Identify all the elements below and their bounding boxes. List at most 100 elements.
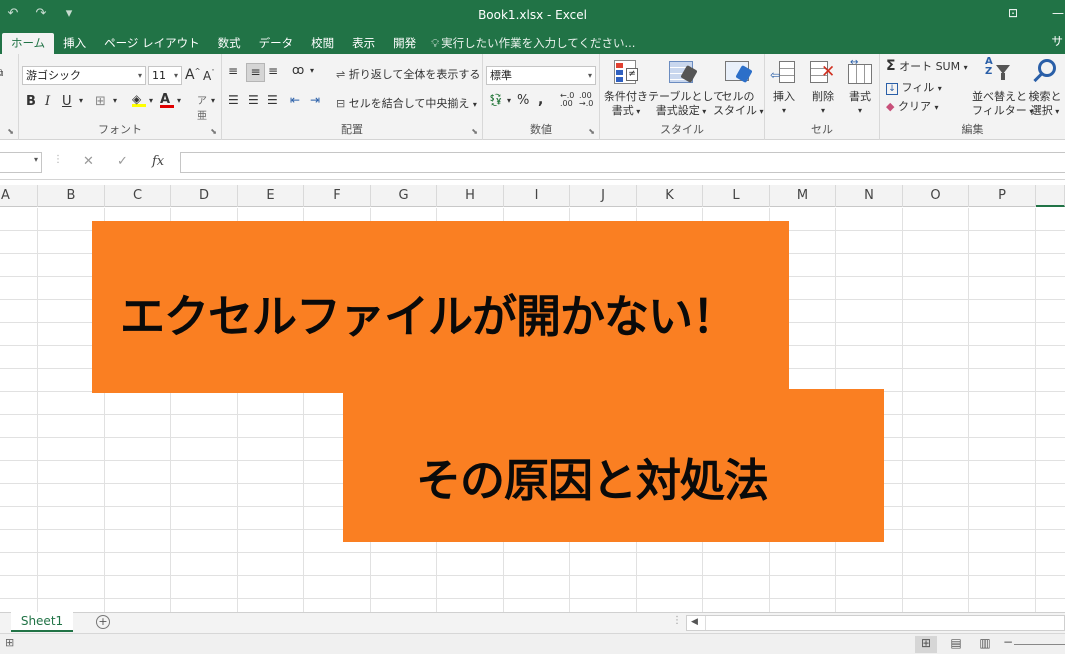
column-header[interactable]: M (770, 185, 836, 207)
ribbon-display-icon[interactable]: ⊡ (1008, 6, 1018, 20)
paste-icon[interactable]: ⧉ (0, 68, 3, 79)
increase-indent-icon[interactable]: ⇥ (310, 93, 320, 107)
ribbon-tabs: ホーム 挿入 ページ レイアウト 数式 データ 校閲 表示 開発 💡︎ 実行した… (0, 31, 1065, 54)
comma-icon[interactable]: , (538, 92, 543, 108)
align-center-icon[interactable]: ☰ (248, 93, 259, 107)
macro-record-icon[interactable]: ⊞ (5, 636, 14, 649)
column-header[interactable]: A (0, 185, 38, 207)
tell-me-box[interactable]: 実行したい作業を入力してください... (441, 33, 635, 54)
chevron-down-icon[interactable]: ▾ (79, 96, 83, 105)
column-header[interactable]: G (371, 185, 437, 207)
font-launcher-icon[interactable]: ⬊ (210, 127, 217, 136)
tab-review[interactable]: 校閲 (302, 33, 343, 54)
decrease-indent-icon[interactable]: ⇤ (290, 93, 300, 107)
orientation-icon[interactable]: ꝏ (292, 63, 304, 77)
title-bar: ↶ ↷ ▾ Book1.xlsx - Excel ⊡ — (0, 0, 1065, 31)
column-header[interactable]: P (969, 185, 1036, 207)
chevron-down-icon[interactable]: ▾ (113, 96, 117, 105)
currency-icon[interactable]: 💱︎ (488, 93, 503, 107)
autosum-button[interactable]: Σ オート SUM ▾ (886, 58, 968, 74)
minimize-icon[interactable]: — (1052, 6, 1064, 20)
cell-styles-label-2: スタイル (713, 104, 757, 117)
zoom-out-icon[interactable]: − (1003, 635, 1013, 649)
styles-group-label: スタイル (660, 123, 704, 136)
font-size-select[interactable]: 11 ▾ (148, 66, 182, 85)
border-icon[interactable]: ⊞ (95, 94, 106, 109)
fill-color-icon[interactable]: ◈ (132, 92, 146, 107)
column-header[interactable]: H (437, 185, 504, 207)
decrease-font-icon[interactable]: Aˇ (203, 69, 215, 83)
editing-group: Σ オート SUM ▾ ↓ フィル ▾ ◆ クリア ▾ AZ 並べ替えと フィル… (880, 54, 1065, 140)
clipboard-launcher-icon[interactable]: ⬊ (7, 127, 14, 136)
tab-data[interactable]: データ (250, 33, 303, 54)
phonetic-icon[interactable]: ア亜 (197, 92, 207, 122)
bold-icon[interactable]: B (26, 94, 36, 109)
font-name-select[interactable]: 游ゴシック ▾ (22, 66, 146, 85)
cancel-icon[interactable]: ✕ (83, 154, 94, 169)
tab-split-grip-icon[interactable]: ⋮ (672, 615, 682, 626)
align-left-icon[interactable]: ☰ (228, 93, 239, 107)
fill-button[interactable]: ↓ フィル ▾ (886, 79, 942, 95)
number-launcher-icon[interactable]: ⬊ (588, 127, 595, 136)
underline-icon[interactable]: U (62, 94, 72, 109)
sort-filter-label: 並べ替えと (972, 90, 1027, 103)
tab-home[interactable]: ホーム (2, 33, 55, 54)
font-color-icon[interactable]: A (160, 92, 174, 108)
sheet-tab-sheet1[interactable]: Sheet1 (11, 612, 73, 632)
decrease-decimal-icon[interactable]: .00 →.0 (579, 92, 593, 108)
column-header[interactable]: B (38, 185, 105, 207)
increase-decimal-icon[interactable]: ←.0.00 (560, 92, 574, 108)
zoom-slider[interactable] (1014, 644, 1065, 645)
page-layout-view-icon[interactable]: ▤ (945, 636, 967, 653)
fill-label: フィル (901, 81, 935, 94)
sort-filter-icon: AZ (984, 57, 1012, 85)
chevron-down-icon[interactable]: ▾ (149, 96, 153, 105)
chevron-down-icon[interactable]: ▾ (507, 96, 511, 105)
horizontal-scrollbar[interactable]: ◀ (686, 615, 1065, 631)
align-bottom-icon[interactable]: ≡ (268, 64, 278, 78)
merge-cells-icon: ⊟ (336, 97, 346, 110)
tab-developer[interactable]: 開発 (384, 33, 425, 54)
column-header[interactable] (1036, 185, 1065, 207)
add-sheet-icon[interactable]: + (96, 615, 110, 629)
italic-icon[interactable]: I (45, 94, 50, 109)
increase-font-icon[interactable]: A^ (185, 67, 200, 83)
tab-insert[interactable]: 挿入 (54, 33, 95, 54)
percent-icon[interactable]: % (517, 93, 529, 108)
column-header[interactable]: K (637, 185, 703, 207)
column-header[interactable]: N (836, 185, 903, 207)
column-header[interactable]: C (105, 185, 171, 207)
chevron-down-icon[interactable]: ▾ (177, 96, 181, 105)
sign-in-link[interactable]: サ (1052, 31, 1064, 52)
wrap-text-icon: ⇌ (336, 68, 346, 81)
column-header[interactable]: L (703, 185, 770, 207)
column-header[interactable]: J (570, 185, 637, 207)
align-right-icon[interactable]: ☰ (267, 93, 278, 107)
cell-styles-label: セルの (721, 90, 755, 103)
align-middle-icon[interactable]: ≡ (246, 63, 265, 82)
column-header[interactable]: E (238, 185, 304, 207)
tab-formulas[interactable]: 数式 (209, 33, 250, 54)
enter-icon[interactable]: ✓ (117, 154, 128, 169)
align-top-icon[interactable]: ≡ (228, 64, 238, 78)
name-box[interactable]: ▾ (0, 152, 42, 173)
insert-function-icon[interactable]: fx (152, 154, 164, 169)
merge-center-button[interactable]: ⊟ セルを結合して中央揃え ▾ (336, 95, 477, 111)
column-header[interactable]: F (304, 185, 371, 207)
chevron-down-icon[interactable]: ▾ (310, 66, 314, 75)
clear-button[interactable]: ◆ クリア ▾ (886, 98, 938, 114)
formula-input[interactable] (180, 152, 1065, 173)
wrap-text-button[interactable]: ⇌ 折り返して全体を表示する (336, 66, 480, 82)
chevron-down-icon[interactable]: ▾ (211, 96, 215, 105)
column-header[interactable]: D (171, 185, 238, 207)
normal-view-icon[interactable]: ⊞ (915, 636, 937, 653)
scroll-left-icon[interactable]: ◀ (691, 617, 698, 627)
chevron-down-icon: ▾ (33, 155, 38, 164)
page-break-view-icon[interactable]: ▥ (974, 636, 996, 653)
column-header[interactable]: O (903, 185, 969, 207)
number-format-select[interactable]: 標準 ▾ (486, 66, 596, 85)
tab-view[interactable]: 表示 (343, 33, 384, 54)
tab-page-layout[interactable]: ページ レイアウト (95, 33, 208, 54)
alignment-launcher-icon[interactable]: ⬊ (471, 127, 478, 136)
column-header[interactable]: I (504, 185, 570, 207)
